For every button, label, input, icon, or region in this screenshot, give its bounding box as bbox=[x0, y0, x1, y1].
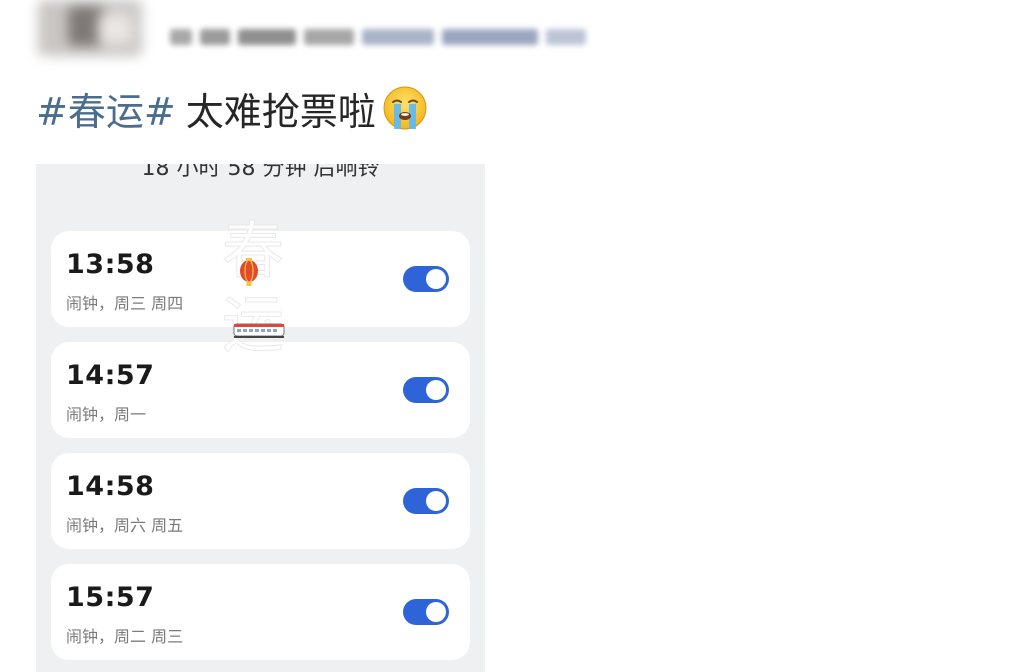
alarm-time: 13:58 bbox=[66, 249, 155, 280]
toggle-knob bbox=[426, 380, 446, 400]
alarm-time: 14:58 bbox=[66, 471, 155, 502]
alarm-repeat-days: 闹钟，周一 bbox=[66, 405, 147, 424]
weibo-post: #春运# 太难抢票啦 18 小时 58 分钟 后响铃 13:58 闹钟，周三 周… bbox=[0, 0, 1018, 672]
alarm-countdown-text: 18 小时 58 分钟 后响铃 bbox=[141, 164, 380, 181]
avatar[interactable] bbox=[38, 0, 142, 56]
alarm-screenshot-image[interactable]: 18 小时 58 分钟 后响铃 13:58 闹钟，周三 周四 14:57 闹钟，… bbox=[36, 164, 485, 672]
alarm-toggle[interactable] bbox=[403, 377, 449, 403]
alarm-card[interactable]: 14:57 闹钟，周一 bbox=[51, 342, 470, 438]
alarm-repeat-days: 闹钟，周六 周五 bbox=[66, 516, 184, 535]
toggle-knob bbox=[426, 491, 446, 511]
alarm-repeat-days: 闹钟，周三 周四 bbox=[66, 294, 184, 313]
alarm-time: 14:57 bbox=[66, 360, 155, 391]
crying-face-icon bbox=[382, 85, 428, 131]
username-blurred[interactable] bbox=[170, 22, 586, 52]
toggle-knob bbox=[426, 602, 446, 622]
hashtag-link[interactable]: #春运# bbox=[36, 81, 176, 136]
post-body-text: 太难抢票啦 bbox=[185, 89, 376, 134]
alarm-toggle[interactable] bbox=[403, 266, 449, 292]
alarm-card[interactable]: 13:58 闹钟，周三 周四 bbox=[51, 231, 470, 327]
alarm-toggle[interactable] bbox=[403, 488, 449, 514]
alarm-card[interactable]: 14:58 闹钟，周六 周五 bbox=[51, 453, 470, 549]
toggle-knob bbox=[426, 269, 446, 289]
alarm-time: 15:57 bbox=[66, 582, 155, 613]
post-text: #春运# 太难抢票啦 bbox=[36, 80, 428, 136]
alarm-repeat-days: 闹钟，周二 周三 bbox=[66, 627, 184, 646]
alarm-card[interactable]: 15:57 闹钟，周二 周三 bbox=[51, 564, 470, 660]
alarm-toggle[interactable] bbox=[403, 599, 449, 625]
